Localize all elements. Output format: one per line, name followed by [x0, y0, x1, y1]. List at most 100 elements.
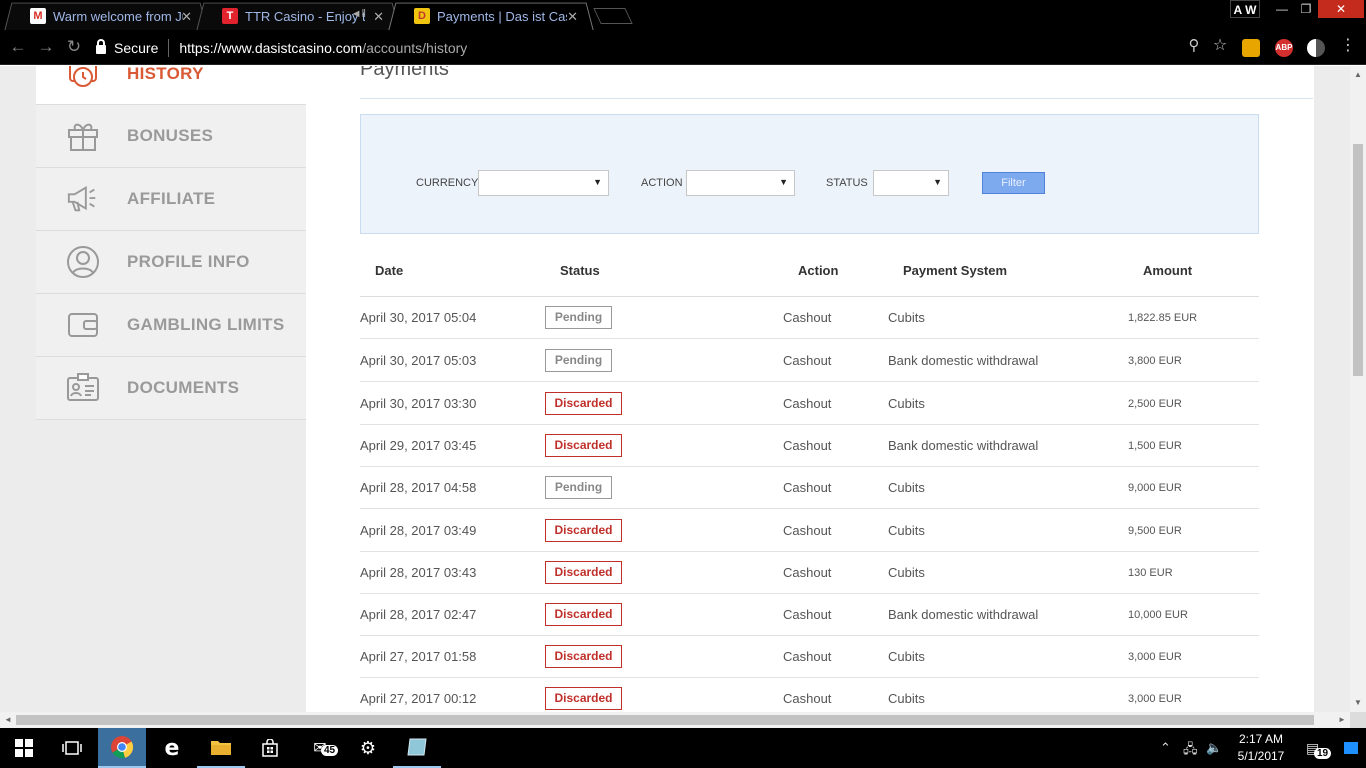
history-clock-icon — [66, 66, 100, 92]
volume-icon[interactable]: 🔈 — [1206, 740, 1222, 756]
action-select[interactable]: ▼ — [686, 170, 795, 196]
lock-extension-icon[interactable] — [1242, 39, 1260, 57]
sidebar-item-profile-info[interactable]: PROFILE INFO — [36, 231, 306, 294]
cell-action: Cashout — [783, 480, 832, 495]
table-header: Date Status Action Payment System Amount — [360, 252, 1259, 297]
url-text[interactable]: https://www.dasistcasino.com/accounts/hi… — [179, 40, 467, 56]
taskbar-settings[interactable]: ⚙ — [344, 728, 392, 768]
currency-select[interactable]: ▼ — [478, 170, 609, 196]
column-header-amount: Amount — [1143, 263, 1193, 278]
mute-icon[interactable]: ◄‖ — [351, 8, 366, 20]
cell-payment-system: Cubits — [888, 565, 925, 580]
forward-icon[interactable]: → — [36, 37, 56, 57]
status-badge: Pending — [545, 306, 612, 329]
restore-button[interactable]: ❐ — [1294, 0, 1318, 18]
sidebar-item-gambling-limits[interactable]: GAMBLING LIMITS — [36, 294, 306, 357]
close-icon[interactable]: ✕ — [567, 9, 578, 25]
menu-icon[interactable]: ⋮ — [1338, 36, 1358, 56]
status-badge: Pending — [545, 476, 612, 499]
zoom-icon[interactable]: ⚲ — [1184, 36, 1204, 56]
gear-icon: ⚙ — [359, 737, 377, 758]
cell-date: April 27, 2017 00:12 — [360, 691, 477, 706]
bookmark-star-icon[interactable]: ☆ — [1210, 36, 1230, 56]
taskbar-chrome[interactable] — [98, 728, 146, 768]
task-view-button[interactable] — [48, 728, 96, 768]
table-row: April 30, 2017 05:03 Pending Cashout Bank d… — [360, 340, 1259, 382]
taskbar-edge[interactable]: e — [148, 728, 196, 768]
dropdown-arrow-icon: ▼ — [933, 177, 942, 187]
tab-gmail[interactable]: M Warm welcome from Juli ✕ — [4, 2, 208, 31]
scroll-up-icon[interactable]: ▲ — [1354, 70, 1362, 79]
page-title: Payments — [360, 66, 449, 80]
cell-amount: 3,800 EUR — [1128, 355, 1182, 367]
chevron-up-icon[interactable]: ⌃ — [1160, 740, 1171, 756]
cell-amount: 130 EUR — [1128, 567, 1173, 579]
vertical-scrollbar[interactable]: ▲ ▼ — [1350, 66, 1366, 712]
tab-ttr-casino[interactable]: T TTR Casino - Enjoy th ◄‖ ✕ — [196, 2, 400, 31]
start-button[interactable] — [0, 728, 48, 768]
cell-amount: 2,500 EUR — [1128, 398, 1182, 410]
scrollbar-thumb[interactable] — [1353, 144, 1363, 376]
profile-button[interactable]: A W — [1230, 0, 1260, 18]
browser-tab-strip: M Warm welcome from Juli ✕ T TTR Casino … — [0, 0, 1366, 31]
taskbar-mail[interactable]: ✉ 45 — [296, 728, 344, 768]
taskbar-store[interactable] — [246, 728, 294, 768]
edge-icon: e — [164, 735, 180, 761]
dasist-icon: D — [414, 8, 430, 24]
url-host: https://www.dasistcasino.com — [179, 39, 363, 56]
mail-count-badge: 45 — [321, 745, 339, 756]
close-icon[interactable]: ✕ — [181, 9, 192, 25]
scroll-right-icon[interactable]: ► — [1338, 715, 1346, 724]
status-badge: Discarded — [545, 603, 622, 626]
sidebar-item-documents[interactable]: DOCUMENTS — [36, 357, 306, 420]
system-clock[interactable]: 2:17 AM 5/1/2017 — [1230, 731, 1292, 765]
minimize-button[interactable]: — — [1270, 0, 1294, 18]
network-icon[interactable]: 🖧 — [1183, 740, 1198, 762]
reload-icon[interactable]: ↻ — [64, 37, 84, 57]
cell-payment-system: Cubits — [888, 691, 925, 706]
cell-payment-system: Cubits — [888, 649, 925, 664]
cell-payment-system: Cubits — [888, 523, 925, 538]
show-desktop-button[interactable] — [1344, 742, 1358, 754]
sidebar-item-affiliate[interactable]: AFFILIATE — [36, 168, 306, 231]
cell-action: Cashout — [783, 565, 832, 580]
close-icon[interactable]: ✕ — [373, 9, 384, 25]
cell-payment-system: Cubits — [888, 310, 925, 325]
cell-date: April 28, 2017 02:47 — [360, 607, 477, 622]
new-tab-button[interactable] — [593, 8, 633, 24]
cell-date: April 27, 2017 01:58 — [360, 649, 477, 664]
back-icon[interactable]: ← — [8, 37, 28, 57]
account-sidebar: HISTORY BONUSES AFFILIATE PROFILE INFO G… — [36, 66, 306, 420]
user-profile-icon — [66, 245, 100, 279]
extension-icon[interactable] — [1307, 39, 1325, 57]
gmail-icon: M — [30, 8, 46, 24]
cell-action: Cashout — [783, 607, 832, 622]
adblock-plus-icon[interactable]: ABP — [1275, 39, 1293, 57]
column-header-action: Action — [798, 263, 839, 278]
horizontal-scrollbar[interactable]: ◄ ► — [0, 712, 1350, 728]
folder-icon — [211, 741, 231, 755]
cell-date: April 28, 2017 03:49 — [360, 523, 477, 538]
notification-count-badge: 19 — [1314, 748, 1332, 759]
scroll-left-icon[interactable]: ◄ — [4, 715, 12, 724]
filter-button[interactable]: Filter — [982, 172, 1045, 194]
table-row: April 28, 2017 04:58 Pending Cashout Cubits… — [360, 467, 1259, 509]
scroll-down-icon[interactable]: ▼ — [1354, 698, 1362, 707]
sidebar-item-history[interactable]: HISTORY — [36, 66, 306, 105]
cell-payment-system: Cubits — [888, 480, 925, 495]
clock-time: 2:17 AM — [1238, 732, 1284, 746]
taskbar-app[interactable] — [393, 728, 441, 768]
table-row: April 30, 2017 03:30 Discarded Cashout Cubi… — [360, 383, 1259, 425]
tab-payments[interactable]: D Payments | Das ist Casino ✕ — [388, 2, 594, 31]
status-select[interactable]: ▼ — [873, 170, 949, 196]
scrollbar-thumb[interactable] — [16, 715, 1314, 725]
tab-title: Warm welcome from Juli — [53, 8, 183, 24]
sidebar-item-label: GAMBLING LIMITS — [127, 315, 285, 334]
cell-amount: 1,500 EUR — [1128, 440, 1182, 452]
address-bar[interactable]: Secure https://www.dasistcasino.com/acco… — [96, 35, 1236, 60]
sidebar-item-bonuses[interactable]: BONUSES — [36, 105, 306, 168]
taskbar-file-explorer[interactable] — [197, 728, 245, 768]
sidebar-item-label: DOCUMENTS — [127, 378, 240, 397]
sidebar-item-label: AFFILIATE — [127, 189, 216, 208]
close-window-button[interactable]: ✕ — [1318, 0, 1364, 18]
